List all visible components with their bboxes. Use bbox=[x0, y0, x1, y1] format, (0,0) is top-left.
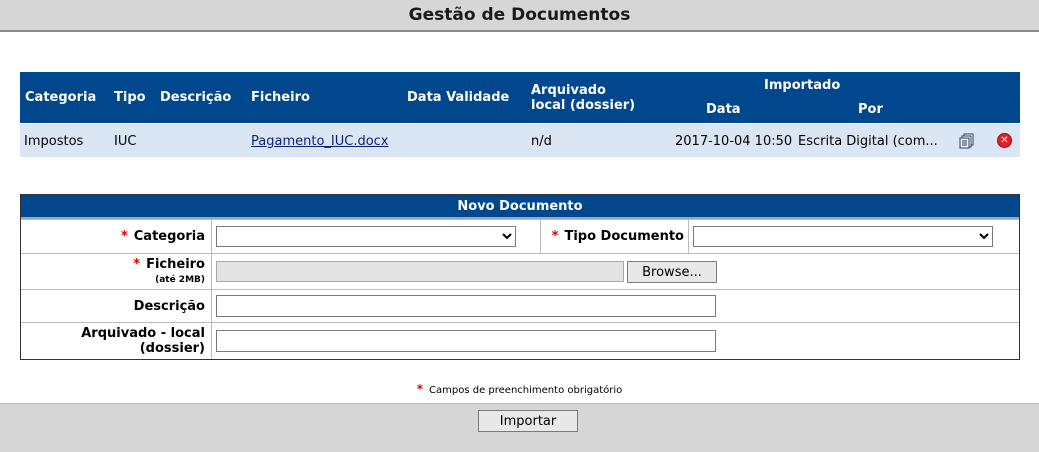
importar-button[interactable]: Importar bbox=[478, 410, 578, 432]
col-categoria[interactable]: Categoria bbox=[25, 90, 96, 105]
col-por[interactable]: Por bbox=[858, 102, 883, 117]
cell-tipo: IUC bbox=[114, 134, 137, 149]
form-title: Novo Documento bbox=[21, 195, 1019, 219]
browse-button[interactable]: Browse... bbox=[627, 261, 717, 283]
col-tipo[interactable]: Tipo bbox=[114, 90, 146, 105]
descricao-input[interactable] bbox=[216, 295, 716, 317]
cell-arquivado: n/d bbox=[531, 134, 552, 149]
required-fields-note: * Campos de preenchimento obrigatório bbox=[416, 382, 623, 396]
new-document-form: Novo Documento * Categoria * Tipo Document… bbox=[20, 194, 1020, 360]
arquivado-input[interactable] bbox=[216, 330, 716, 352]
action-bar: Importar bbox=[0, 403, 1039, 452]
page-title: Gestão de Documentos bbox=[0, 0, 1039, 32]
ficheiro-size-hint: (até 2MB) bbox=[155, 275, 205, 285]
cell-por: Escrita Digital (com... bbox=[798, 134, 938, 149]
required-mark: * bbox=[120, 229, 128, 244]
col-data[interactable]: Data bbox=[706, 102, 741, 117]
col-arquivado-line2[interactable]: local (dossier) bbox=[531, 98, 635, 113]
arquivado-label: Arquivado - local (dossier) bbox=[81, 326, 205, 356]
form-row-ficheiro: * Ficheiro (até 2MB) Browse... bbox=[21, 253, 1019, 289]
ficheiro-label: * Ficheiro (até 2MB) bbox=[133, 257, 205, 286]
form-row-categoria: * Categoria * Tipo Documento bbox=[21, 219, 1019, 253]
form-row-descricao: Descrição bbox=[21, 289, 1019, 322]
descricao-label: Descrição bbox=[133, 299, 205, 314]
table-row: Impostos IUC Pagamento_IUC.docx n/d 2017… bbox=[20, 123, 1020, 157]
categoria-select[interactable] bbox=[216, 226, 516, 247]
documents-table-header: Categoria Tipo Descrição Ficheiro Data V… bbox=[20, 72, 1020, 123]
categoria-label: * Categoria bbox=[120, 229, 205, 244]
col-ficheiro[interactable]: Ficheiro bbox=[251, 90, 310, 105]
tipo-documento-select[interactable] bbox=[693, 226, 993, 247]
copy-documents-icon[interactable] bbox=[959, 133, 975, 149]
required-mark: * bbox=[551, 229, 559, 244]
cell-data: 2017-10-04 10:50 bbox=[675, 134, 793, 149]
form-row-arquivado: Arquivado - local (dossier) bbox=[21, 322, 1019, 359]
file-link[interactable]: Pagamento_IUC.docx bbox=[251, 134, 389, 149]
col-data-validade[interactable]: Data Validade bbox=[407, 90, 509, 105]
col-arquivado-line1[interactable]: Arquivado bbox=[531, 83, 606, 98]
ficheiro-path-field[interactable] bbox=[216, 261, 624, 282]
col-importado: Importado bbox=[764, 78, 841, 93]
required-mark: * bbox=[133, 257, 141, 272]
delete-icon[interactable]: ✕ bbox=[997, 133, 1012, 148]
documents-table: Categoria Tipo Descrição Ficheiro Data V… bbox=[20, 72, 1020, 157]
cell-categoria: Impostos bbox=[24, 134, 84, 149]
col-descricao[interactable]: Descrição bbox=[160, 90, 231, 105]
tipo-documento-label: * Tipo Documento bbox=[551, 229, 684, 244]
